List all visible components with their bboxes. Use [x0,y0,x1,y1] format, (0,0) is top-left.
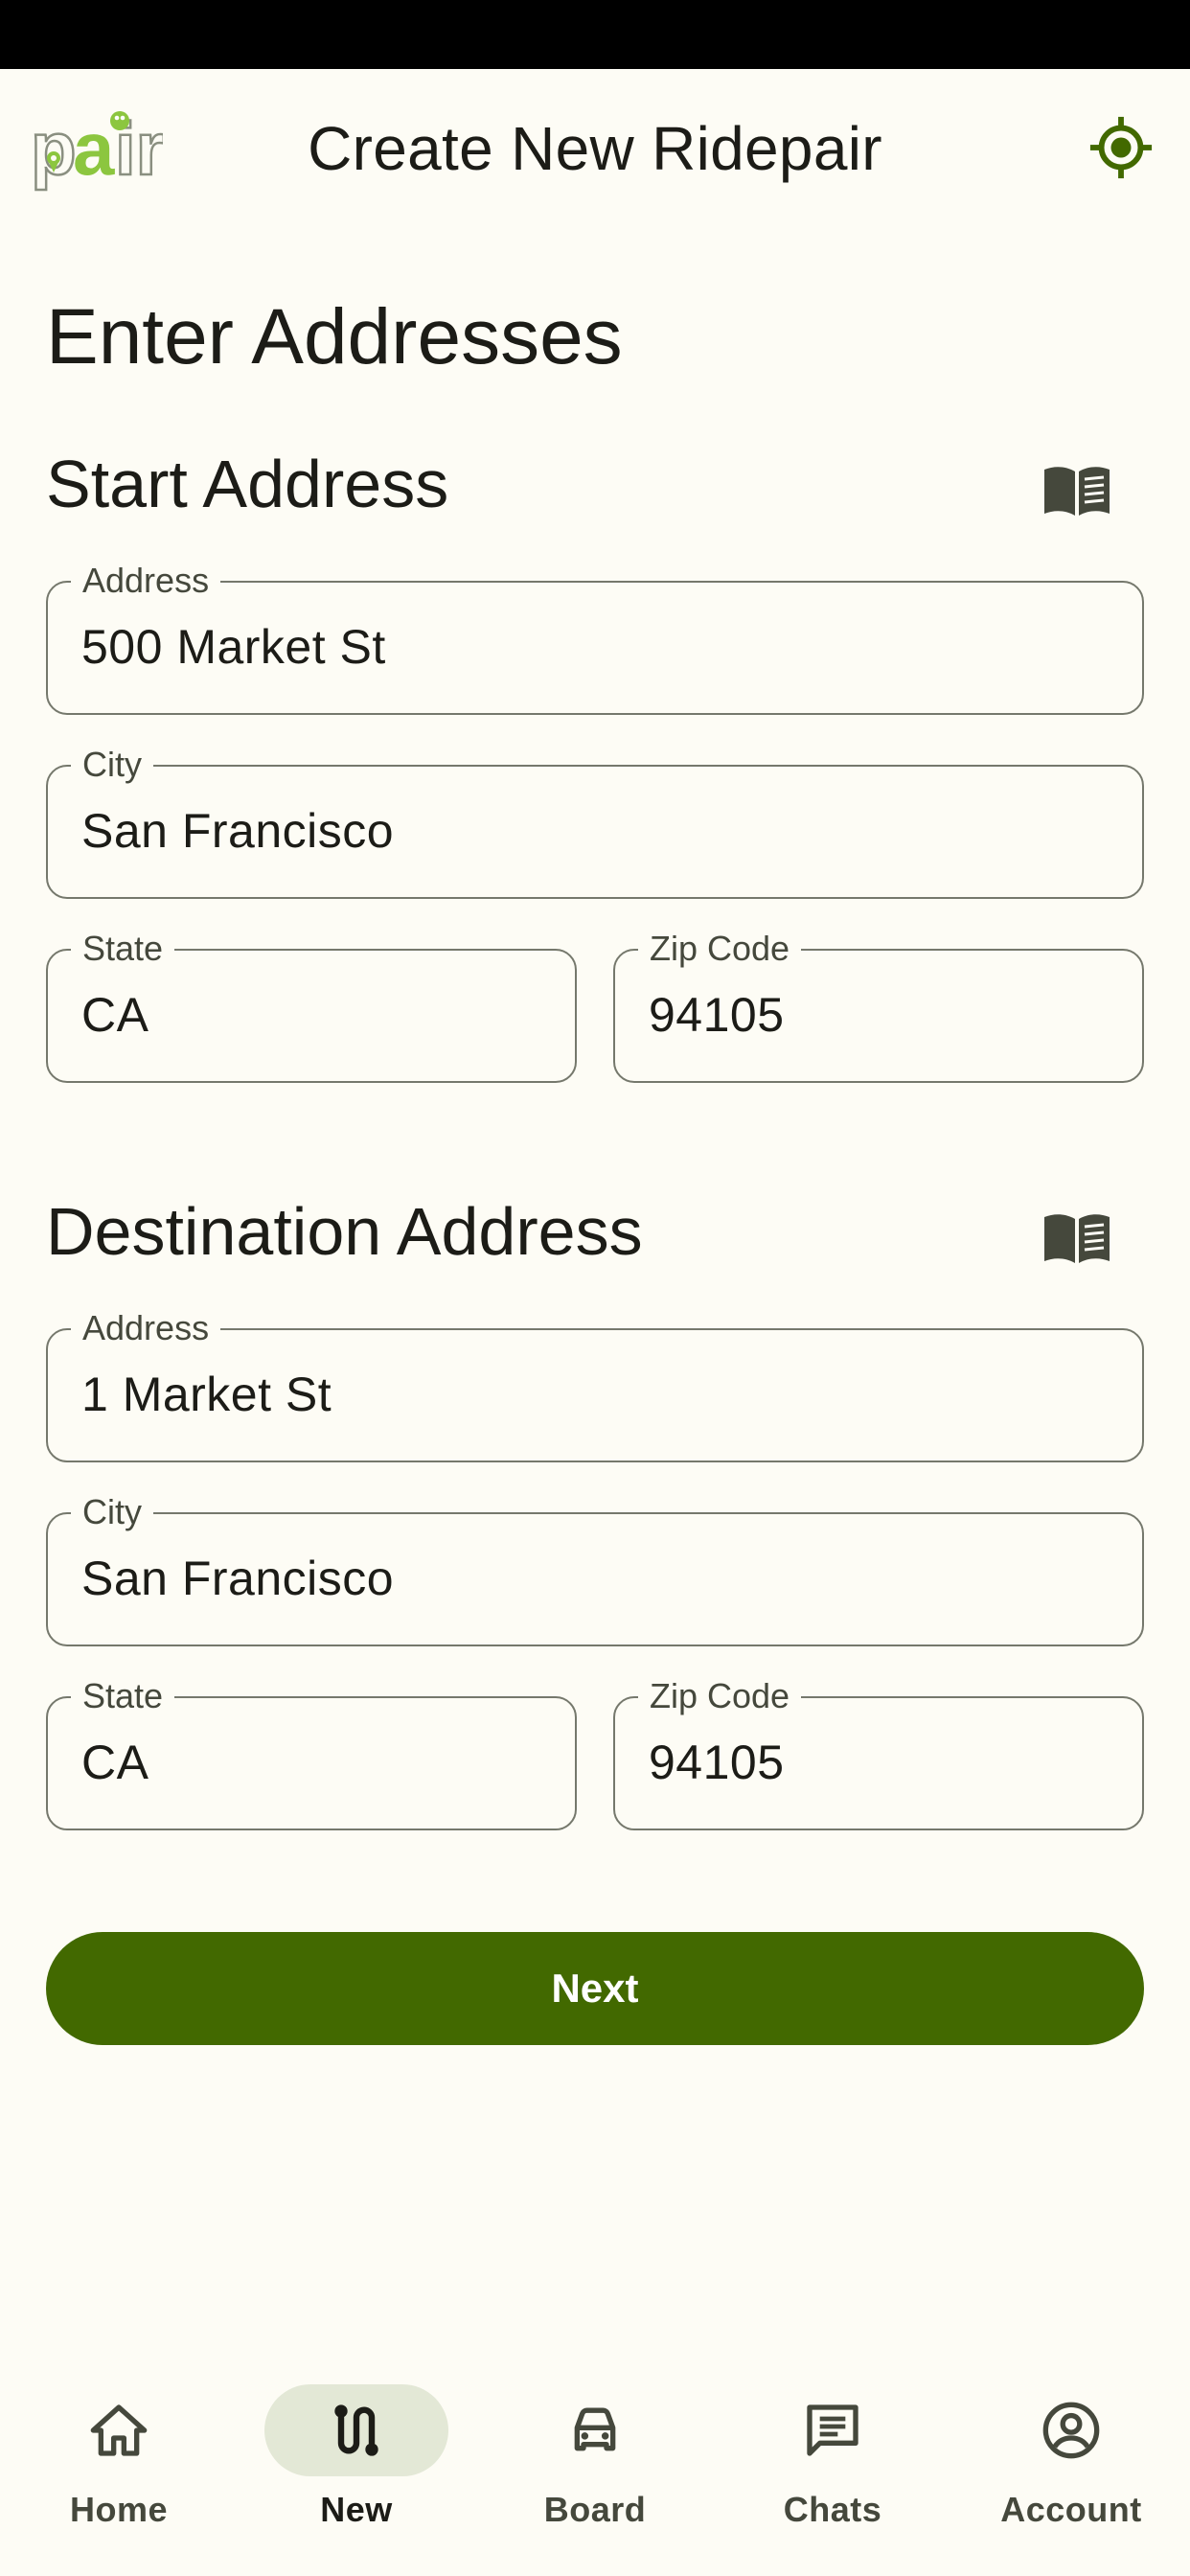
nav-label-home: Home [69,2490,169,2529]
start-address-title: Start Address [46,447,449,521]
start-city-value: San Francisco [81,804,395,858]
start-city-label: City [71,744,153,786]
start-zip-field[interactable]: Zip Code 94105 [613,928,1144,1083]
start-state-field[interactable]: State CA [46,928,577,1083]
nav-item-home[interactable]: Home [0,2358,238,2576]
start-zip-value: 94105 [649,988,785,1042]
nav-item-account[interactable]: Account [952,2358,1190,2576]
destination-city-label: City [71,1491,153,1533]
status-bar [0,0,1190,69]
start-address-value: 500 Market St [81,620,386,674]
destination-address-title: Destination Address [46,1194,643,1269]
destination-state-value: CA [81,1736,149,1789]
address-book-icon [1044,467,1110,516]
nav-item-chats[interactable]: Chats [714,2358,951,2576]
locate-button[interactable] [1085,111,1157,184]
start-address-label: Address [71,560,221,602]
my-location-icon [1089,116,1153,179]
nav-pill [741,2384,925,2476]
start-address-field[interactable]: Address 500 Market St [46,560,1144,715]
car-icon [574,2407,616,2451]
destination-address-field[interactable]: Address 1 Market St [46,1307,1144,1462]
nav-pill [979,2384,1163,2476]
nav-label-board: Board [543,2490,647,2529]
nav-label-account: Account [1000,2490,1142,2529]
destination-address-label: Address [71,1307,221,1349]
account-circle-icon [1042,2402,1100,2459]
nav-label-new: New [320,2490,393,2529]
next-button[interactable]: Next [46,1932,1144,2045]
nav-item-new[interactable]: New [238,2358,475,2576]
app-bar: p a ir Create New Ridepair [0,69,1190,228]
home-icon [90,2404,148,2456]
app-title: Create New Ridepair [308,114,882,183]
start-state-value: CA [81,988,149,1042]
address-book-icon [1044,1214,1110,1263]
destination-state-field[interactable]: State CA [46,1675,577,1830]
destination-zip-value: 94105 [649,1736,785,1789]
start-zip-label: Zip Code [638,928,802,970]
destination-city-field[interactable]: City San Francisco [46,1491,1144,1646]
start-address-book-button[interactable] [1039,452,1115,529]
destination-address-value: 1 Market St [81,1368,332,1421]
destination-state-label: State [71,1675,175,1717]
nav-pill [27,2384,211,2476]
route-icon [334,2404,378,2456]
nav-pill [503,2384,687,2476]
nav-item-board[interactable]: Board [476,2358,714,2576]
chat-icon [807,2404,858,2456]
destination-address-book-button[interactable] [1039,1200,1115,1276]
destination-zip-label: Zip Code [638,1675,802,1717]
destination-zip-field[interactable]: Zip Code 94105 [613,1675,1144,1830]
page-heading: Enter Addresses [46,293,623,380]
nav-label-chats: Chats [783,2490,882,2529]
bottom-navigation: Home New Board Chats Account [0,2358,1190,2576]
start-city-field[interactable]: City San Francisco [46,744,1144,899]
start-state-label: State [71,928,175,970]
destination-city-value: San Francisco [81,1552,395,1605]
nav-pill-active [264,2384,448,2476]
